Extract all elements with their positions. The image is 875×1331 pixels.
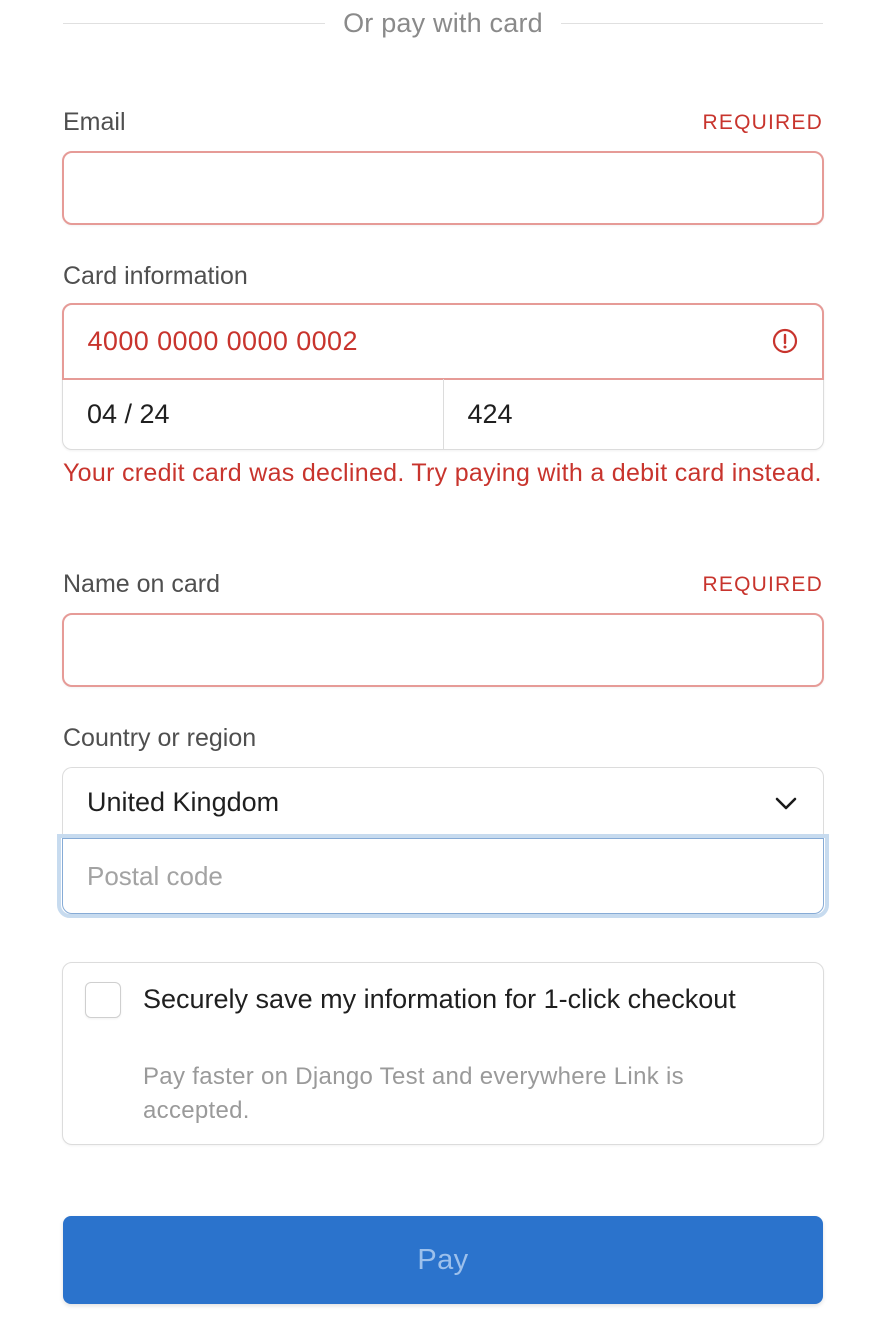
country-label: Country or region — [63, 724, 257, 752]
postal-code-field[interactable] — [62, 838, 824, 914]
error-alert-icon — [772, 328, 797, 354]
card-label-row: Card information — [63, 262, 823, 291]
name-on-card-field[interactable] — [62, 613, 824, 687]
card-information-label: Card information — [63, 262, 248, 290]
country-label-row: Country or region — [63, 724, 823, 753]
name-label-row: Name on card REQUIRED — [63, 570, 823, 599]
country-selected-value: United Kingdom — [87, 787, 280, 817]
link-save-info-box: Securely save my information for 1-click… — [62, 962, 824, 1145]
divider-line-right — [560, 22, 823, 24]
card-expiry-cvc-row: 04 / 24 424 — [63, 379, 823, 449]
expiry-value: 04 / 24 — [87, 398, 170, 429]
email-field[interactable] — [62, 151, 824, 225]
email-label-row: Email REQUIRED — [63, 108, 823, 137]
or-pay-with-card-divider: Or pay with card — [63, 0, 823, 46]
chevron-down-icon — [775, 797, 797, 809]
cvc-value: 424 — [467, 398, 513, 429]
email-label: Email — [63, 108, 126, 136]
postal-code-input[interactable] — [63, 839, 823, 913]
cvc-field[interactable]: 424 — [442, 379, 824, 449]
pay-button[interactable]: Pay — [63, 1216, 823, 1304]
country-region-group: United Kingdom — [57, 767, 829, 918]
divider-text: Or pay with card — [343, 7, 543, 38]
card-number-field[interactable]: 4000 0000 0000 0002 — [61, 302, 824, 380]
card-error-message: Your credit card was declined. Try payin… — [63, 459, 822, 487]
email-input[interactable] — [64, 153, 822, 223]
email-required-badge: REQUIRED — [702, 110, 823, 134]
divider-line-left — [63, 22, 326, 24]
payment-form: Or pay with card Email REQUIRED Card inf… — [0, 0, 875, 1331]
save-info-checkbox[interactable] — [85, 982, 121, 1018]
name-required-badge: REQUIRED — [702, 572, 823, 596]
card-number-value: 4000 0000 0000 0002 — [87, 325, 358, 356]
name-on-card-label: Name on card — [63, 570, 221, 598]
save-info-title: Securely save my information for 1-click… — [143, 984, 736, 1014]
name-on-card-input[interactable] — [64, 615, 822, 685]
card-information-group: 4000 0000 0000 0002 04 / 24 424 — [61, 302, 824, 450]
expiry-field[interactable]: 04 / 24 — [63, 379, 443, 449]
country-select[interactable]: United Kingdom — [62, 767, 824, 837]
save-info-subtitle: Pay faster on Django Test and everywhere… — [143, 1063, 684, 1124]
pay-button-label: Pay — [417, 1243, 469, 1276]
